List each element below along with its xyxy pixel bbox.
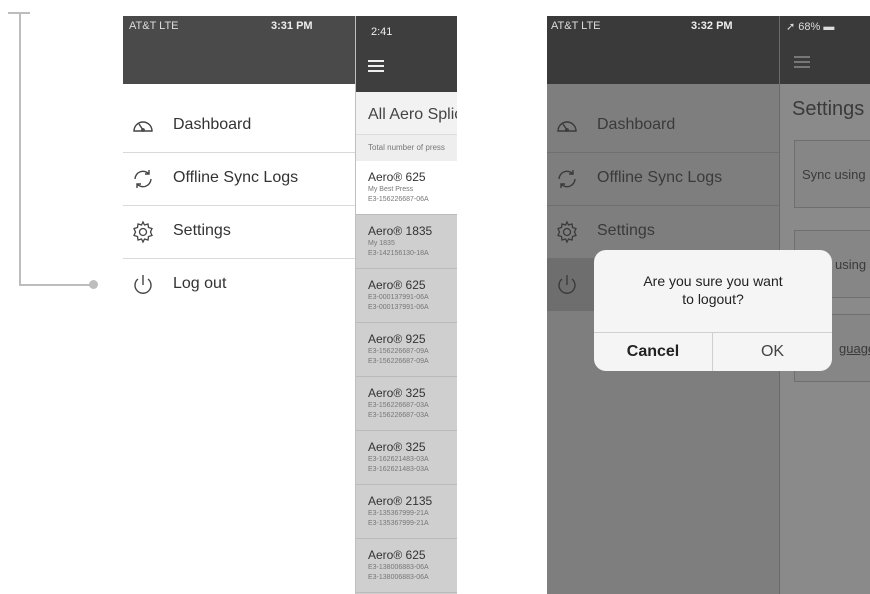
- list-item-name: Aero® 325: [368, 386, 426, 400]
- list-item[interactable]: Aero® 625 My Best Press E3-156226687-06A: [356, 161, 457, 215]
- dashboard-icon: [557, 121, 577, 132]
- menu-item-label: Offline Sync Logs: [597, 169, 723, 186]
- phone-screen-logout-dialog: AT&T LTE 3:32 PM Dashboard Offline Sync …: [547, 16, 870, 594]
- status-time: 3:31 PM: [271, 20, 313, 32]
- dialog-message: Are you sure you want to logout?: [643, 273, 783, 307]
- power-icon: [134, 275, 152, 294]
- hamburger-menu-icon[interactable]: [368, 60, 384, 72]
- list-item-detail: My Best Press: [368, 186, 414, 193]
- list-item-serial: E3-138006883-06A: [368, 574, 429, 581]
- menu-item-dashboard[interactable]: Dashboard: [547, 100, 779, 153]
- callout-line-horizontal: [19, 284, 93, 286]
- list-item-name: Aero® 625: [368, 548, 426, 562]
- callout-dot: [89, 280, 98, 289]
- status-time: 2:41: [371, 26, 393, 38]
- menu-item-offline-sync-logs[interactable]: Offline Sync Logs: [123, 153, 355, 206]
- list-item-detail: E3-138006883-06A: [368, 564, 429, 571]
- list-title: All Aero Splic: [356, 92, 457, 134]
- gear-icon: [133, 220, 153, 244]
- list-item-name: Aero® 625: [368, 170, 426, 184]
- list-item-serial: E3-162621483-03A: [368, 466, 429, 473]
- status-battery: ➚ 68% ▬: [786, 21, 835, 33]
- menu-item-label: Settings: [173, 222, 231, 239]
- side-menu: Dashboard Offline Sync Logs Settings Log…: [123, 100, 355, 311]
- list-item-name: Aero® 2135: [368, 494, 433, 508]
- callout-line-vertical: [19, 12, 21, 286]
- menu-item-label: Dashboard: [597, 116, 676, 133]
- status-carrier: AT&T LTE: [129, 20, 179, 32]
- list-item[interactable]: Aero® 925 E3-156226687-09A E3-156226687-…: [356, 323, 457, 377]
- list-item-detail: E3-135367999-21A: [368, 510, 429, 517]
- menu-item-log-out[interactable]: Log out: [123, 259, 355, 311]
- list-item[interactable]: Aero® 625 E3-138006883-06A E3-138006883-…: [356, 539, 457, 593]
- power-icon: [558, 275, 576, 294]
- list-item-name: Aero® 625: [368, 278, 426, 292]
- list-item[interactable]: Aero® 625 E3-000137991-06A E3-000137991-…: [356, 269, 457, 323]
- list-item-serial: E3-142156130-18A: [368, 250, 429, 257]
- list-item-name: Aero® 1835: [368, 224, 433, 238]
- list-item[interactable]: Aero® 325 E3-162621483-03A E3-162621483-…: [356, 431, 457, 485]
- list-item-name: Aero® 325: [368, 440, 426, 454]
- menu-item-settings[interactable]: Settings: [123, 206, 355, 259]
- list-item-detail: E3-156226687-03A: [368, 402, 429, 409]
- list-item-detail: E3-156226687-09A: [368, 348, 429, 355]
- list-header: 2:41: [356, 16, 457, 92]
- gear-icon: [557, 220, 577, 244]
- list-item-serial: E3-156226687-03A: [368, 412, 429, 419]
- settings-title: Settings: [792, 98, 865, 120]
- menu-item-dashboard[interactable]: Dashboard: [123, 100, 355, 153]
- sync-icon: [558, 170, 576, 188]
- settings-card-sync[interactable]: Sync using: [794, 140, 870, 208]
- phone-screen-menu: AT&T LTE 3:31 PM Dashboard Offline Sync …: [123, 16, 457, 594]
- list-item[interactable]: Aero® 325 E3-156226687-03A E3-156226687-…: [356, 377, 457, 431]
- cancel-button[interactable]: Cancel: [594, 333, 712, 371]
- list-item-detail: E3-000137991-06A: [368, 294, 429, 301]
- list-item[interactable]: Aero® 2135 E3-135367999-21A E3-135367999…: [356, 485, 457, 539]
- menu-item-label: Offline Sync Logs: [173, 169, 299, 186]
- dashboard-icon: [133, 121, 153, 132]
- menu-item-label: Dashboard: [173, 116, 252, 133]
- hamburger-menu-icon[interactable]: [794, 56, 810, 68]
- menu-header: AT&T LTE 3:32 PM: [547, 16, 779, 84]
- list-item-detail: E3-162621483-03A: [368, 456, 429, 463]
- status-time: 3:32 PM: [691, 20, 733, 32]
- list-item-serial: E3-135367999-21A: [368, 520, 429, 527]
- status-carrier: AT&T LTE: [551, 20, 601, 32]
- settings-header: ➚ 68% ▬: [780, 16, 870, 84]
- menu-header: AT&T LTE 3:31 PM: [123, 16, 355, 84]
- list-subtitle: Total number of press: [356, 134, 457, 161]
- list-item-serial: E3-156226687-06A: [368, 196, 429, 203]
- list-item-name: Aero® 925: [368, 332, 426, 346]
- ok-button[interactable]: OK: [713, 333, 832, 371]
- list-item-detail: My 1835: [368, 240, 395, 247]
- list-item-serial: E3-000137991-06A: [368, 304, 429, 311]
- splice-list-panel: 2:41 All Aero Splic Total number of pres…: [355, 16, 457, 594]
- logout-confirm-dialog: Are you sure you want to logout? Cancel …: [594, 250, 832, 371]
- menu-item-label: Settings: [597, 222, 655, 239]
- menu-item-label: Log out: [173, 275, 227, 292]
- splice-list: Aero® 625 My Best Press E3-156226687-06A…: [356, 161, 457, 593]
- list-item[interactable]: Aero® 1835 My 1835 E3-142156130-18A: [356, 215, 457, 269]
- list-item-serial: E3-156226687-09A: [368, 358, 429, 365]
- sync-icon: [134, 170, 152, 188]
- menu-item-offline-sync-logs[interactable]: Offline Sync Logs: [547, 153, 779, 206]
